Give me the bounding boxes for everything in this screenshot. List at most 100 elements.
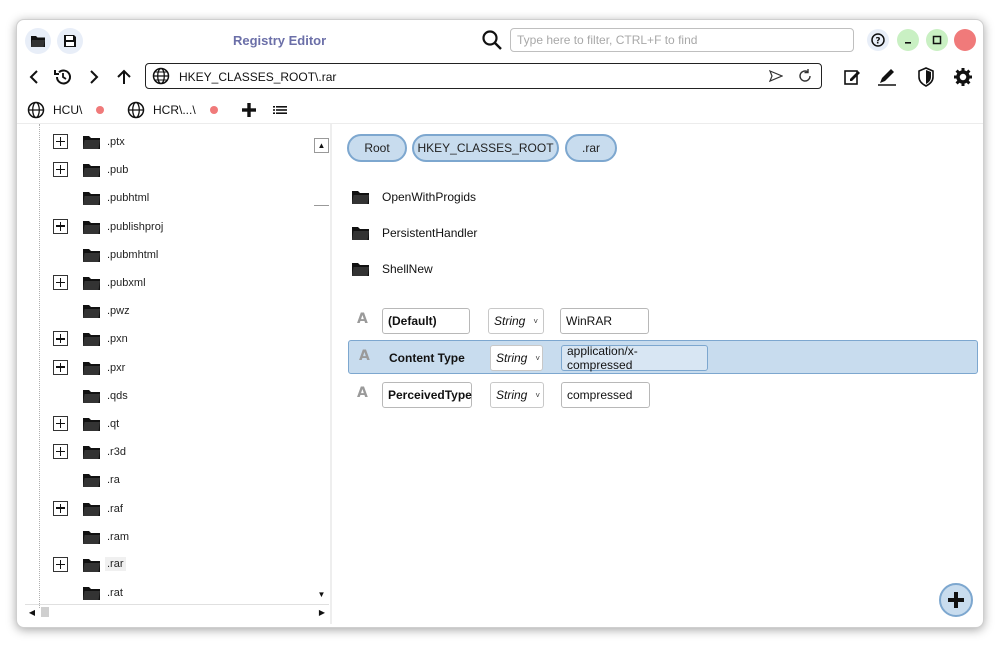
- tree-item[interactable]: .pub: [53, 159, 313, 181]
- address-text[interactable]: HKEY_CLASSES_ROOT\.rar: [179, 70, 336, 84]
- tree-item[interactable]: .qt: [53, 413, 313, 435]
- expand-icon[interactable]: [53, 162, 68, 178]
- scroll-up-icon[interactable]: ▲: [314, 138, 329, 153]
- expand-icon[interactable]: [53, 444, 68, 460]
- tree-item-label: .qds: [107, 389, 128, 402]
- value-type-select[interactable]: String ˅: [488, 308, 544, 334]
- value-name-field[interactable]: PerceivedType: [382, 382, 472, 408]
- tab-list-button[interactable]: [273, 98, 287, 122]
- tree-item[interactable]: .qds: [53, 385, 313, 407]
- save-icon[interactable]: [57, 28, 83, 54]
- tree-item[interactable]: .ra: [53, 469, 313, 491]
- tree-item[interactable]: .rat: [53, 582, 313, 604]
- subkey-item[interactable]: OpenWithProgids: [351, 185, 476, 209]
- close-tab-dot[interactable]: [209, 106, 218, 114]
- breadcrumb-root[interactable]: Root: [347, 134, 407, 162]
- expand-icon[interactable]: [53, 218, 68, 234]
- breadcrumb-rar[interactable]: .rar: [565, 134, 617, 162]
- new-tab-button[interactable]: [241, 98, 257, 122]
- string-value-icon: A: [359, 348, 370, 364]
- tree-horizontal-scrollbar[interactable]: ◀ ▶: [25, 604, 329, 619]
- edit-icon[interactable]: [841, 65, 863, 89]
- help-icon: ?: [871, 33, 885, 47]
- tab-hcu[interactable]: HCU\: [27, 98, 105, 122]
- tree-item[interactable]: .pwz: [53, 300, 313, 322]
- search-icon[interactable]: [481, 29, 503, 51]
- tree-item[interactable]: .ram: [53, 526, 313, 548]
- tree-item-label: .ra: [107, 474, 120, 487]
- expand-icon[interactable]: [53, 557, 68, 572]
- value-data-field[interactable]: application/x-compressed: [561, 344, 708, 372]
- history-icon[interactable]: [52, 65, 74, 89]
- refresh-icon[interactable]: [797, 68, 813, 89]
- minimize-button[interactable]: [897, 29, 919, 51]
- subkey-item[interactable]: PersistentHandler: [351, 221, 477, 245]
- folder-icon: [352, 226, 369, 240]
- expand-icon[interactable]: [53, 359, 68, 375]
- tab-hcr[interactable]: HCR\...\: [127, 98, 218, 122]
- maximize-icon: [932, 35, 942, 45]
- tree-vertical-scrollbar[interactable]: ▲ ▼: [314, 138, 329, 602]
- open-folder-icon[interactable]: [25, 28, 51, 54]
- tree-item-label: .pub: [107, 164, 129, 177]
- value-data-field[interactable]: compressed: [561, 382, 650, 408]
- tree-item-label: .pubmhtml: [107, 248, 159, 261]
- value-name-field[interactable]: Content Type: [383, 345, 471, 371]
- folder-icon: [82, 389, 101, 409]
- close-button[interactable]: [954, 29, 976, 51]
- folder-icon: [82, 248, 101, 268]
- close-tab-dot[interactable]: [96, 106, 105, 114]
- scroll-thumb[interactable]: [41, 607, 49, 617]
- shield-icon[interactable]: [915, 65, 937, 89]
- tree-item[interactable]: .pubmhtml: [53, 244, 313, 266]
- tree-item[interactable]: .rar: [53, 554, 313, 576]
- back-icon[interactable]: [23, 65, 45, 89]
- up-icon[interactable]: [113, 65, 135, 89]
- panel-divider[interactable]: [330, 124, 332, 624]
- tree-item[interactable]: .pxn: [53, 328, 313, 350]
- scroll-down-icon[interactable]: ▼: [314, 587, 329, 602]
- value-row[interactable]: A PerceivedType String ˅ compressed: [347, 378, 977, 412]
- sign-icon[interactable]: [876, 65, 898, 89]
- expand-icon[interactable]: [53, 134, 68, 149]
- tab-label: HCU\: [53, 103, 83, 117]
- tree-item[interactable]: .pxr: [53, 357, 313, 379]
- tree-item[interactable]: .r3d: [53, 441, 313, 463]
- navigation-bar: HKEY_CLASSES_ROOT\.rar: [17, 60, 983, 96]
- scroll-right-icon[interactable]: ▶: [315, 606, 329, 619]
- value-type-select[interactable]: String ˅: [490, 345, 543, 371]
- tree-item[interactable]: .pubxml: [53, 272, 313, 294]
- value-name-field[interactable]: (Default): [382, 308, 470, 334]
- value-row-selected[interactable]: A Content Type String ˅ application/x-com…: [348, 340, 978, 374]
- value-type-label: String: [494, 314, 526, 328]
- forward-icon[interactable]: [83, 65, 105, 89]
- gear-icon[interactable]: [952, 65, 974, 89]
- tree-item-label: .pwz: [107, 305, 130, 318]
- tree-item[interactable]: .publishproj: [53, 216, 313, 238]
- tree-item-label: .pxr: [107, 361, 126, 374]
- scroll-thumb[interactable]: [314, 154, 329, 206]
- expand-icon[interactable]: [53, 331, 68, 347]
- breadcrumb-hkcr[interactable]: HKEY_CLASSES_ROOT: [412, 134, 559, 162]
- add-value-button[interactable]: [939, 583, 973, 617]
- help-button[interactable]: ?: [867, 29, 889, 51]
- tree-item[interactable]: .pubhtml: [53, 187, 313, 209]
- address-bar[interactable]: HKEY_CLASSES_ROOT\.rar: [145, 63, 822, 89]
- filter-input[interactable]: [510, 28, 854, 52]
- scroll-left-icon[interactable]: ◀: [25, 606, 39, 619]
- expand-icon[interactable]: [53, 275, 68, 290]
- go-icon[interactable]: [768, 69, 784, 88]
- value-type-select[interactable]: String ˅: [490, 382, 544, 408]
- folder-icon: [82, 220, 101, 240]
- value-row[interactable]: A (Default) String ˅ WinRAR: [347, 304, 977, 338]
- app-title: Registry Editor: [233, 33, 327, 48]
- tree-item[interactable]: .raf: [53, 498, 313, 520]
- registry-editor-window: Registry Editor ?: [16, 19, 984, 628]
- maximize-button[interactable]: [926, 29, 948, 51]
- expand-icon[interactable]: [53, 500, 68, 516]
- key-tree[interactable]: .ptx .pub .pubhtml .publishproj .pubmhtml .pu…: [17, 124, 330, 608]
- tree-item[interactable]: .ptx: [53, 131, 313, 153]
- value-data-field[interactable]: WinRAR: [560, 308, 649, 334]
- expand-icon[interactable]: [53, 416, 68, 431]
- subkey-item[interactable]: ShellNew: [351, 257, 433, 281]
